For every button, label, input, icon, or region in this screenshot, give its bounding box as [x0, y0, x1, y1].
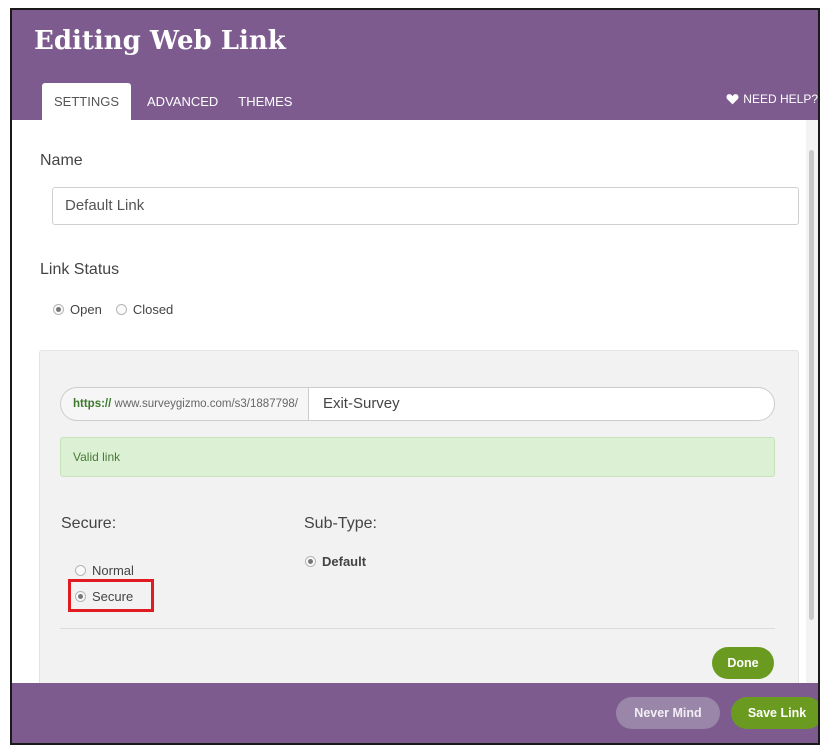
secure-normal-option[interactable]: Normal — [75, 563, 134, 578]
dialog-header: Editing Web Link SETTINGS ADVANCED THEME… — [12, 10, 818, 120]
heart-icon — [726, 94, 739, 105]
dialog-footer: Never Mind Save Link — [12, 683, 818, 743]
scrollbar[interactable] — [806, 120, 818, 687]
subtype-label: Sub-Type: — [304, 515, 377, 532]
url-field-group: https:// www.surveygizmo.com/s3/1887798/… — [60, 387, 775, 421]
dialog-frame: Editing Web Link SETTINGS ADVANCED THEME… — [10, 8, 820, 745]
subtype-default-label: Default — [322, 554, 367, 569]
link-status-label: Link Status — [40, 261, 120, 278]
scrollbar-thumb[interactable] — [809, 150, 814, 620]
secure-normal-label: Normal — [92, 563, 134, 578]
link-settings-panel: https:// www.surveygizmo.com/s3/1887798/… — [39, 350, 799, 695]
subtype-default-option[interactable]: Default — [305, 554, 366, 569]
tab-bar: SETTINGS ADVANCED THEMES — [42, 83, 302, 120]
secure-highlight-box — [68, 579, 154, 612]
secure-normal-radio[interactable] — [75, 565, 86, 576]
tab-themes[interactable]: THEMES — [228, 83, 302, 120]
status-closed-radio[interactable] — [115, 304, 127, 315]
name-input[interactable]: Default Link — [52, 187, 799, 225]
panel-divider — [60, 628, 775, 629]
need-help-label: NEED HELP? — [743, 92, 818, 106]
need-help-link[interactable]: NEED HELP? — [726, 92, 818, 106]
dialog-title: Editing Web Link — [34, 26, 286, 56]
tab-settings[interactable]: SETTINGS — [42, 83, 132, 120]
link-status-options: Open Closed — [53, 302, 187, 317]
url-prefix: https:// www.surveygizmo.com/s3/1887798/ — [60, 387, 308, 421]
url-scheme: https:// — [73, 398, 112, 410]
url-slug-input[interactable]: Exit-Survey — [307, 387, 775, 421]
name-label: Name — [40, 152, 83, 169]
valid-link-message: Valid link — [60, 437, 775, 477]
status-closed-label: Closed — [132, 302, 174, 317]
status-open-label: Open — [70, 302, 102, 317]
never-mind-button[interactable]: Never Mind — [616, 697, 720, 729]
status-open-radio[interactable] — [53, 304, 64, 315]
secure-label: Secure: — [61, 515, 117, 532]
done-button[interactable]: Done — [712, 647, 774, 679]
tab-advanced[interactable]: ADVANCED — [137, 83, 228, 120]
subtype-default-radio[interactable] — [305, 556, 316, 567]
url-base: www.surveygizmo.com/s3/1887798/ — [111, 398, 298, 410]
save-link-button[interactable]: Save Link — [731, 697, 818, 729]
